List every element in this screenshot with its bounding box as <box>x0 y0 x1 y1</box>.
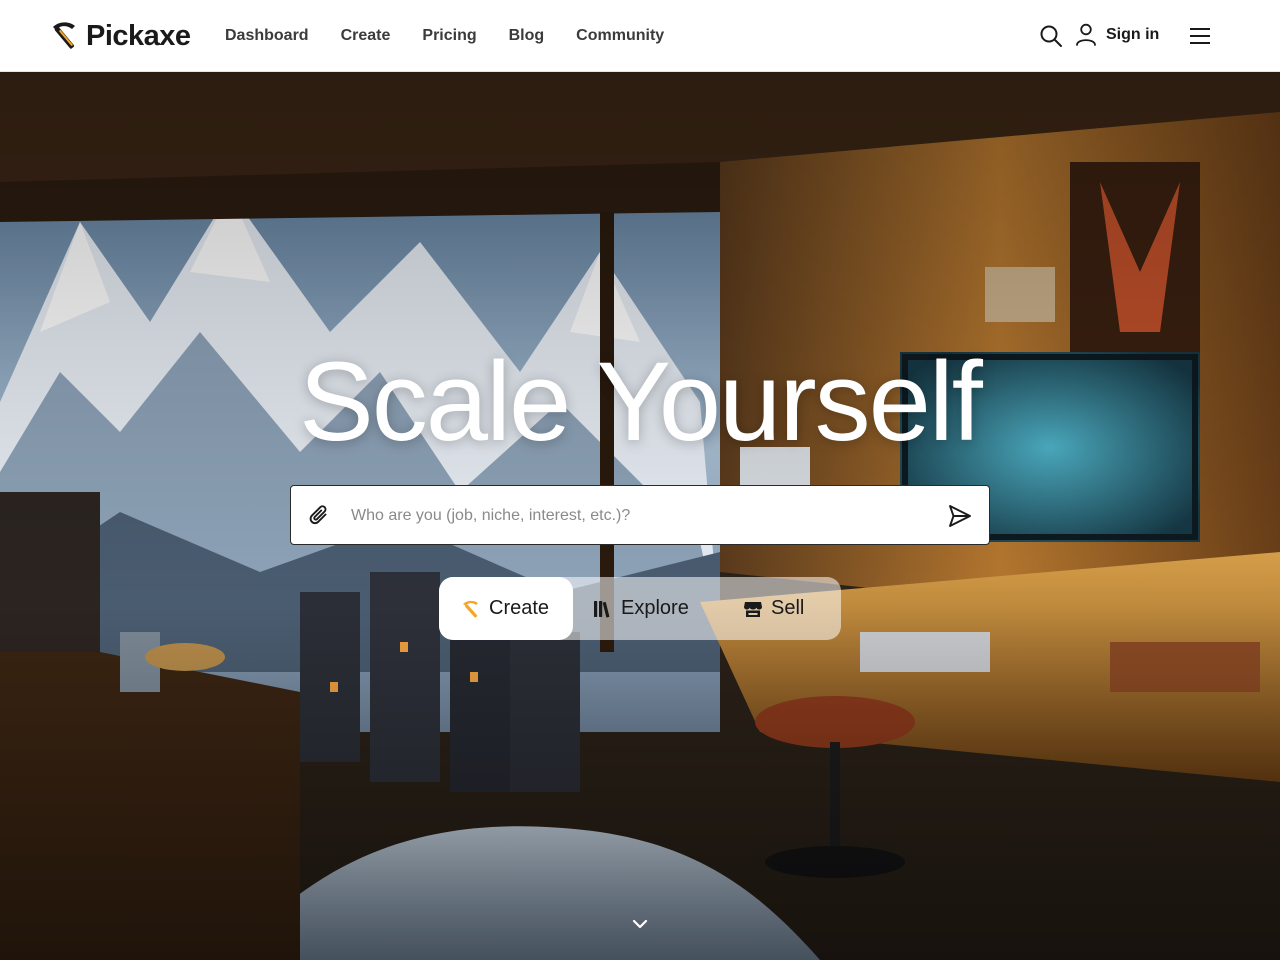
nav-create[interactable]: Create <box>341 27 391 45</box>
prompt-input[interactable] <box>351 496 931 536</box>
library-icon <box>594 600 610 618</box>
mode-sell-button[interactable]: Sell <box>739 577 839 640</box>
paperclip-icon[interactable] <box>307 503 333 529</box>
send-icon[interactable] <box>947 503 973 529</box>
mode-switcher: Create Explore Sell <box>439 577 841 640</box>
sign-in-link[interactable]: Sign in <box>1106 26 1159 44</box>
mode-create-label: Create <box>489 597 550 619</box>
hero-title: Scale Yourself <box>299 339 983 464</box>
top-nav-bar: Pickaxe Dashboard Create Pricing Blog Co… <box>0 0 1280 72</box>
pickaxe-icon <box>463 600 478 618</box>
chevron-down-icon[interactable] <box>631 918 649 930</box>
hero-section: Scale Yourself Create Explore <box>0 72 1280 960</box>
mode-explore-label: Explore <box>621 597 689 619</box>
nav-community[interactable]: Community <box>576 27 664 45</box>
search-icon[interactable] <box>1039 24 1063 48</box>
logo[interactable]: Pickaxe <box>47 19 191 53</box>
pickaxe-icon <box>53 22 75 49</box>
mode-explore-button[interactable]: Explore <box>589 577 719 640</box>
nav-pricing[interactable]: Pricing <box>422 27 476 45</box>
user-icon <box>1076 23 1096 46</box>
main-nav: Dashboard Create Pricing Blog Community <box>225 0 664 72</box>
store-icon <box>744 601 762 617</box>
logo-text: Pickaxe <box>86 20 191 52</box>
nav-dashboard[interactable]: Dashboard <box>225 27 309 45</box>
mode-create-button[interactable]: Create <box>439 577 573 640</box>
prompt-box <box>290 485 990 545</box>
header-actions: Sign in <box>1020 0 1280 72</box>
mode-sell-label: Sell <box>771 597 805 619</box>
nav-blog[interactable]: Blog <box>509 27 545 45</box>
hamburger-menu-icon[interactable] <box>1188 26 1212 46</box>
